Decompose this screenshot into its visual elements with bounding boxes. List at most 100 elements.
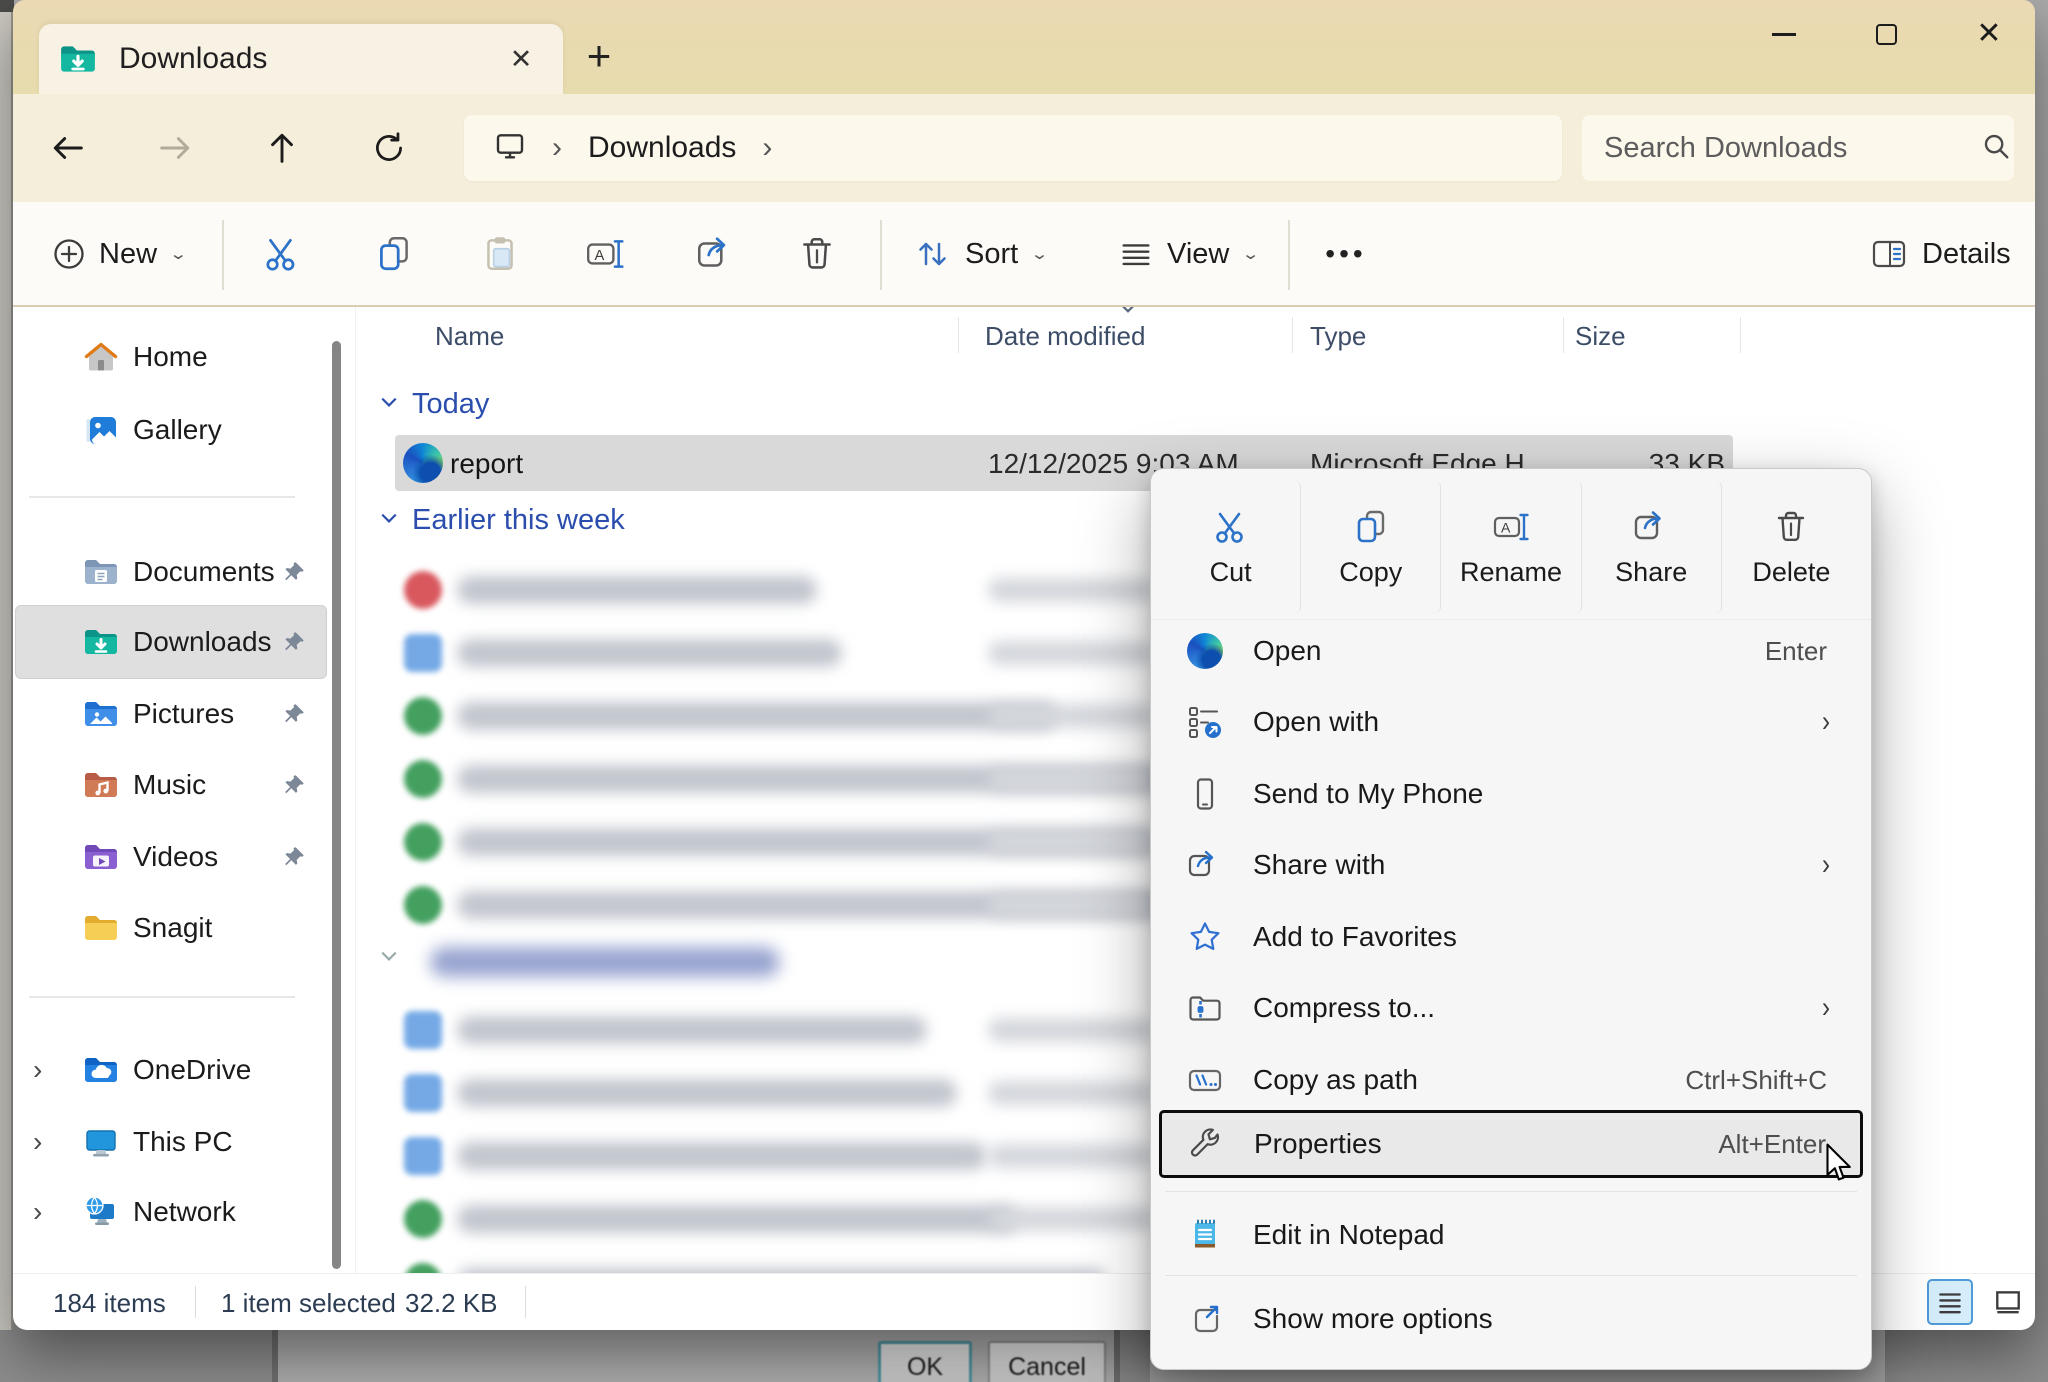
selection-size: 32.2 KB xyxy=(405,1288,498,1319)
copy-path-icon xyxy=(1187,1062,1223,1098)
refresh-icon xyxy=(370,129,408,167)
column-divider[interactable] xyxy=(1292,317,1293,353)
menu-item-share-with[interactable]: Share with › xyxy=(1161,829,1861,901)
redacted-file-name xyxy=(457,639,842,667)
menu-item-send-to-my-phone[interactable]: Send to My Phone xyxy=(1161,758,1861,830)
collapse-chevron-icon[interactable] xyxy=(380,395,398,413)
spreadsheet-file-icon xyxy=(404,697,442,735)
breadcrumb-location[interactable]: Downloads xyxy=(588,131,736,165)
address-bar[interactable]: › Downloads › xyxy=(464,115,1562,181)
cut-button[interactable] xyxy=(250,222,314,286)
redacted-file-name xyxy=(457,576,817,604)
open-with-icon xyxy=(1187,704,1223,740)
menu-shortcut: Enter xyxy=(1765,636,1827,667)
collapse-chevron-icon[interactable] xyxy=(380,511,398,529)
quick-delete-button[interactable]: Delete xyxy=(1722,481,1861,613)
quick-copy-button[interactable]: Copy xyxy=(1301,481,1441,613)
redacted-file-date xyxy=(988,704,1153,728)
breadcrumb-separator[interactable]: › xyxy=(762,131,772,165)
share-icon xyxy=(1187,847,1223,883)
paste-button[interactable] xyxy=(468,222,532,286)
pdf-file-icon xyxy=(404,571,442,609)
menu-item-copy-as-path[interactable]: Copy as path Ctrl+Shift+C xyxy=(1161,1044,1861,1116)
menu-item-add-to-favorites[interactable]: Add to Favorites xyxy=(1161,901,1861,973)
toolbar-divider xyxy=(1288,220,1290,290)
menu-shortcut: Ctrl+Shift+C xyxy=(1685,1065,1827,1096)
cancel-button[interactable]: Cancel xyxy=(988,1341,1106,1382)
menu-item-open-with[interactable]: Open with › xyxy=(1161,686,1861,758)
back-icon xyxy=(48,128,88,168)
share-icon xyxy=(694,233,736,275)
ok-button[interactable]: OK xyxy=(878,1341,972,1382)
rename-button[interactable]: A xyxy=(573,222,637,286)
forward-icon xyxy=(155,128,195,168)
search-icon[interactable] xyxy=(1981,131,2011,166)
tab-title: Downloads xyxy=(119,42,499,76)
column-divider[interactable] xyxy=(1740,317,1741,353)
new-button[interactable]: New ⌄ xyxy=(39,222,199,286)
minimize-button[interactable] xyxy=(1753,8,1815,60)
new-tab-button[interactable]: + xyxy=(573,32,625,84)
column-header-size[interactable]: Size xyxy=(1575,321,1626,352)
view-icon xyxy=(1117,235,1155,273)
quick-share-button[interactable]: Share xyxy=(1582,481,1722,613)
sidebar-item-home[interactable]: Home xyxy=(19,327,319,387)
new-button-label: New xyxy=(99,238,157,271)
close-button[interactable]: ✕ xyxy=(1958,8,2020,60)
details-pane-icon xyxy=(1870,234,1910,274)
search-box[interactable] xyxy=(1582,115,2014,181)
details-pane-button[interactable]: Details xyxy=(1858,222,2023,286)
toolbar-divider xyxy=(880,220,882,290)
column-header-date-modified[interactable]: Date modified xyxy=(985,321,1145,352)
delete-button[interactable] xyxy=(785,222,849,286)
sidebar-divider xyxy=(29,996,295,998)
group-header-today[interactable]: Today xyxy=(13,385,489,423)
forward-button[interactable] xyxy=(147,120,203,176)
column-divider[interactable] xyxy=(958,317,959,353)
doc-file-icon xyxy=(404,1074,442,1112)
trash-icon xyxy=(1771,507,1811,547)
menu-divider xyxy=(1165,1191,1857,1192)
tab-downloads[interactable]: Downloads ✕ xyxy=(39,24,563,94)
group-header-earlier-this-week[interactable]: Earlier this week xyxy=(13,501,625,539)
quick-action-label: Cut xyxy=(1210,557,1252,588)
back-button[interactable] xyxy=(40,120,96,176)
redacted-file-name xyxy=(457,1079,957,1107)
quick-cut-button[interactable]: Cut xyxy=(1161,481,1301,613)
status-divider xyxy=(525,1286,526,1318)
svg-text:A: A xyxy=(595,248,605,264)
menu-item-edit-in-notepad[interactable]: Edit in Notepad xyxy=(1161,1199,1861,1271)
refresh-button[interactable] xyxy=(361,120,417,176)
paste-icon xyxy=(479,233,521,275)
up-button[interactable] xyxy=(254,120,310,176)
search-input[interactable] xyxy=(1604,132,1981,165)
see-more-button[interactable]: ••• xyxy=(1314,222,1378,286)
copy-icon xyxy=(1351,507,1391,547)
group-header-redacted[interactable] xyxy=(13,939,748,977)
redacted-group-label xyxy=(430,947,780,977)
menu-item-properties[interactable]: Properties Alt+Enter xyxy=(1159,1110,1863,1178)
column-header-name[interactable]: Name xyxy=(435,321,504,352)
menu-item-compress-to[interactable]: Compress to... › xyxy=(1161,972,1861,1044)
menu-item-label: Properties xyxy=(1254,1128,1718,1160)
menu-item-label: Show more options xyxy=(1253,1303,1861,1335)
tab-close-icon[interactable]: ✕ xyxy=(499,37,543,81)
maximize-button[interactable] xyxy=(1855,8,1917,60)
menu-item-open[interactable]: Open Enter xyxy=(1161,615,1861,687)
details-view-toggle[interactable] xyxy=(1927,1279,1973,1325)
quick-rename-button[interactable]: A Rename xyxy=(1441,481,1581,613)
redacted-file-date xyxy=(988,1207,1153,1231)
view-button[interactable]: View ⌄ xyxy=(1105,222,1272,286)
collapse-chevron-icon[interactable] xyxy=(380,949,398,967)
column-header-type[interactable]: Type xyxy=(1310,321,1366,352)
spreadsheet-file-icon xyxy=(404,1200,442,1238)
share-button[interactable] xyxy=(683,222,747,286)
title-bar: Downloads ✕ + ✕ xyxy=(13,0,2035,94)
menu-item-label: Edit in Notepad xyxy=(1253,1219,1861,1251)
sort-button[interactable]: Sort ⌄ xyxy=(901,222,1061,286)
rename-icon: A xyxy=(584,233,626,275)
copy-button[interactable] xyxy=(362,222,426,286)
column-divider[interactable] xyxy=(1563,317,1564,353)
thumbnail-view-toggle[interactable] xyxy=(1985,1279,2031,1325)
menu-item-show-more-options[interactable]: Show more options xyxy=(1161,1283,1861,1355)
